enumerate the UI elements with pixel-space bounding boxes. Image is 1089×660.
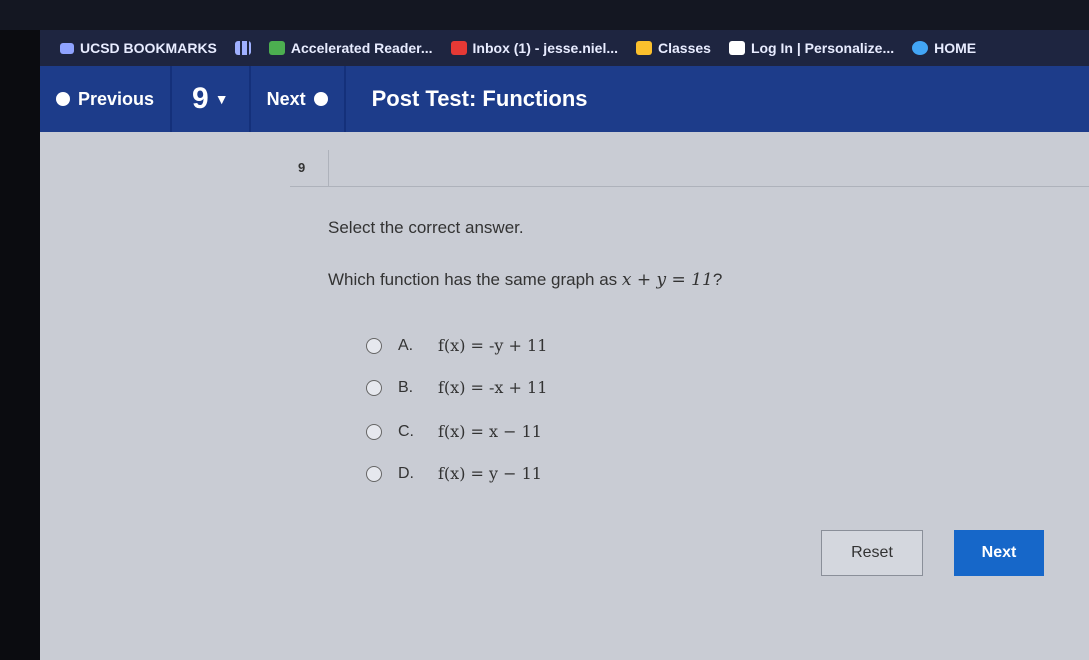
option-expression: f(x) = -y + 11 <box>438 336 548 355</box>
option-letter: B. <box>398 378 414 396</box>
question-text: Which function has the same graph as x +… <box>328 270 722 290</box>
bookmark-accelerated-reader[interactable]: Accelerated Reader... <box>268 40 433 56</box>
chevron-down-icon: ▼ <box>214 91 229 107</box>
bookmark-label: Accelerated Reader... <box>290 40 433 56</box>
option-expression: f(x) = y − 11 <box>438 464 542 483</box>
option-expression: f(x) = x − 11 <box>438 422 542 441</box>
question-tab-number: 9 <box>298 160 306 175</box>
page-title: Post Test: Functions <box>371 86 588 111</box>
bookmark-apps[interactable] <box>234 41 251 55</box>
reset-button[interactable]: Reset <box>821 530 923 576</box>
radio-button[interactable] <box>366 337 382 354</box>
question-number: 9 <box>192 82 209 115</box>
answer-option-b[interactable]: B. f(x) = -x + 11 <box>366 378 547 397</box>
next-nav-button[interactable]: Next <box>251 66 344 132</box>
bookmark-label: Inbox (1) - jesse.niel... <box>472 40 619 56</box>
answer-option-a[interactable]: A. f(x) = -y + 11 <box>366 336 547 355</box>
mail-icon <box>450 41 467 55</box>
apps-grid-icon <box>234 41 251 55</box>
bookmark-label: HOME <box>934 40 977 56</box>
radio-button[interactable] <box>366 465 382 482</box>
browser-tab-strip <box>0 0 1089 30</box>
question-suffix: ? <box>712 270 723 289</box>
question-prefix: Which function has the same graph as <box>328 270 622 289</box>
instruction-text: Select the correct answer. <box>328 218 524 237</box>
question-equation: x + y = 11 <box>621 270 713 290</box>
bookmark-label: Classes <box>658 40 711 56</box>
previous-arrow-icon <box>56 92 70 106</box>
bookmark-label: UCSD BOOKMARKS <box>80 40 217 56</box>
next-label: Next <box>266 88 306 109</box>
next-button[interactable]: Next <box>954 530 1044 576</box>
radio-button[interactable] <box>366 423 382 440</box>
folder-icon <box>60 42 74 54</box>
answer-option-d[interactable]: D. f(x) = y − 11 <box>366 464 542 483</box>
option-expression: f(x) = -x + 11 <box>438 378 548 397</box>
question-number-dropdown[interactable]: 9 ▼ <box>172 82 249 116</box>
option-letter: A. <box>398 336 414 354</box>
home-icon <box>912 41 929 55</box>
ar-icon <box>268 41 285 55</box>
bookmark-login[interactable]: Log In | Personalize... <box>728 40 895 56</box>
question-tab <box>290 150 329 186</box>
next-arrow-icon <box>313 92 328 106</box>
bookmark-home[interactable]: HOME <box>912 40 976 56</box>
option-letter: D. <box>398 464 414 482</box>
radio-button[interactable] <box>366 379 382 396</box>
classes-icon <box>636 41 653 55</box>
tab-divider <box>290 186 1089 187</box>
bookmarks-bar: UCSD BOOKMARKS Accelerated Reader... Inb… <box>40 30 1089 66</box>
bookmark-label: Log In | Personalize... <box>750 40 895 56</box>
test-nav-bar: Previous 9 ▼ Next Post Test: Functions <box>40 66 1089 132</box>
left-edge-shadow <box>0 0 40 660</box>
answer-option-c[interactable]: C. f(x) = x − 11 <box>366 422 542 441</box>
option-letter: C. <box>398 422 414 440</box>
bookmark-classes[interactable]: Classes <box>636 40 711 56</box>
bookmark-ucsd[interactable]: UCSD BOOKMARKS <box>60 40 217 56</box>
s-logo-icon <box>728 41 745 55</box>
bookmark-inbox[interactable]: Inbox (1) - jesse.niel... <box>450 40 619 56</box>
question-panel: 9 Select the correct answer. Which funct… <box>40 132 1089 660</box>
previous-label: Previous <box>78 88 155 109</box>
previous-button[interactable]: Previous <box>40 66 170 132</box>
